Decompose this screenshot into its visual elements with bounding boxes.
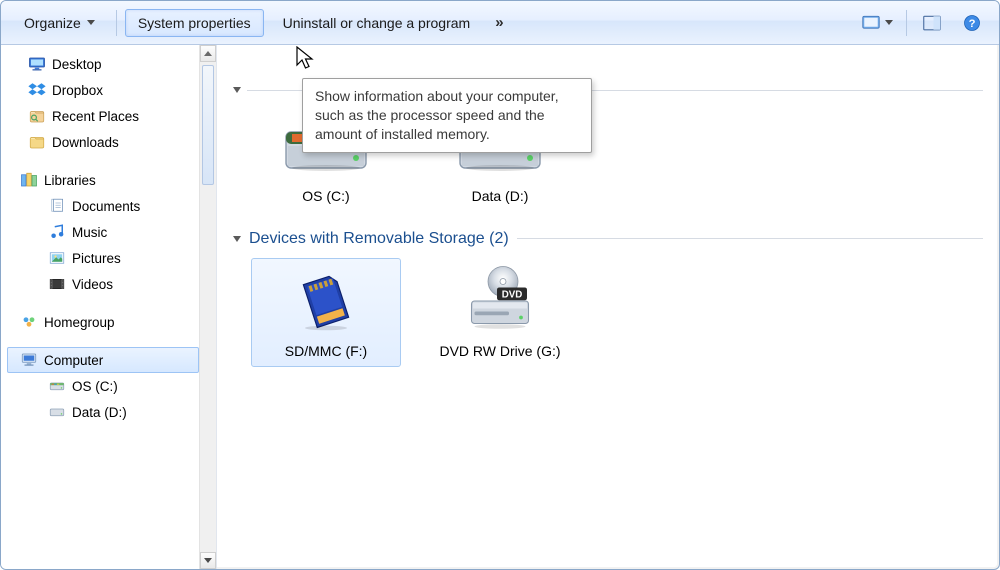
- mouse-cursor-icon: [296, 46, 316, 72]
- scroll-up-arrow[interactable]: [200, 45, 216, 62]
- nav-item-downloads[interactable]: Downloads: [7, 129, 199, 155]
- computer-icon: [20, 351, 38, 369]
- nav-item-data-d[interactable]: Data (D:): [7, 399, 199, 425]
- downloads-icon: [28, 133, 46, 151]
- nav-item-documents[interactable]: Documents: [7, 193, 199, 219]
- nav-item-os-c[interactable]: OS (C:): [7, 373, 199, 399]
- drive-dvd-rw-g[interactable]: DVD DVD RW Drive (G:): [425, 258, 575, 367]
- nav-item-label: Desktop: [52, 57, 102, 72]
- nav-item-videos[interactable]: Videos: [7, 271, 199, 297]
- dvd-drive-icon: DVD: [452, 265, 548, 337]
- help-icon: ?: [960, 11, 984, 35]
- libraries-icon: [20, 171, 38, 189]
- nav-item-label: Recent Places: [52, 109, 139, 124]
- chevron-down-icon: [87, 20, 95, 25]
- nav-item-label: Data (D:): [72, 405, 127, 420]
- drive-label: Data (D:): [472, 188, 529, 205]
- chevron-down-icon: [885, 20, 893, 25]
- nav-item-label: Computer: [44, 353, 103, 368]
- uninstall-label: Uninstall or change a program: [283, 15, 471, 31]
- videos-icon: [48, 275, 66, 293]
- preview-pane-icon: [920, 11, 944, 35]
- system-properties-button[interactable]: System properties: [125, 9, 264, 37]
- sd-card-icon: [278, 265, 374, 337]
- scroll-down-arrow[interactable]: [200, 552, 216, 569]
- recent-places-icon: [28, 107, 46, 125]
- nav-item-music[interactable]: Music: [7, 219, 199, 245]
- view-options-icon: [859, 11, 883, 35]
- nav-homegroup[interactable]: Homegroup: [7, 309, 199, 335]
- nav-item-label: Music: [72, 225, 107, 240]
- organize-label: Organize: [24, 15, 81, 31]
- nav-libraries[interactable]: Libraries: [7, 167, 199, 193]
- system-properties-label: System properties: [138, 15, 251, 31]
- nav-item-dropbox[interactable]: Dropbox: [7, 77, 199, 103]
- nav-item-label: Libraries: [44, 173, 96, 188]
- nav-item-label: Videos: [72, 277, 113, 292]
- nav-item-desktop[interactable]: Desktop: [7, 51, 199, 77]
- nav-item-label: Dropbox: [52, 83, 103, 98]
- nav-item-recent-places[interactable]: Recent Places: [7, 103, 199, 129]
- drive-label: SD/MMC (F:): [285, 343, 367, 360]
- dropbox-icon: [28, 81, 46, 99]
- sidebar-scrollbar[interactable]: [199, 45, 216, 569]
- group-title: Devices with Removable Storage (2): [249, 230, 509, 248]
- navigation-pane: Desktop Dropbox Recent Places: [1, 45, 217, 569]
- group-header-removable[interactable]: Devices with Removable Storage (2): [233, 230, 983, 248]
- disclosure-triangle-icon: [233, 236, 241, 242]
- svg-text:DVD: DVD: [502, 289, 523, 300]
- uninstall-program-button[interactable]: Uninstall or change a program: [270, 9, 484, 37]
- pictures-icon: [48, 249, 66, 267]
- preview-pane-button[interactable]: [915, 8, 949, 38]
- command-bar: Organize System properties Uninstall or …: [1, 1, 999, 45]
- removable-grid: SD/MMC (F:): [251, 258, 983, 367]
- svg-text:?: ?: [969, 17, 976, 29]
- nav-item-label: Downloads: [52, 135, 119, 150]
- drive-sdmmc-f[interactable]: SD/MMC (F:): [251, 258, 401, 367]
- nav-item-label: Pictures: [72, 251, 121, 266]
- drive-label: OS (C:): [302, 188, 349, 205]
- nav-item-label: OS (C:): [72, 379, 118, 394]
- disclosure-triangle-icon: [233, 87, 241, 93]
- tooltip-text: Show information about your computer, su…: [315, 88, 559, 142]
- nav-computer[interactable]: Computer: [7, 347, 199, 373]
- desktop-icon: [28, 55, 46, 73]
- toolbar-overflow-button[interactable]: »: [489, 14, 509, 31]
- documents-icon: [48, 197, 66, 215]
- drive-label: DVD RW Drive (G:): [439, 343, 560, 360]
- organize-button[interactable]: Organize: [11, 9, 108, 37]
- nav-item-label: Homegroup: [44, 315, 115, 330]
- scroll-thumb[interactable]: [202, 65, 214, 185]
- help-button[interactable]: ?: [955, 8, 989, 38]
- music-icon: [48, 223, 66, 241]
- toolbar-divider: [116, 10, 117, 36]
- homegroup-icon: [20, 313, 38, 331]
- toolbar-divider: [906, 10, 907, 36]
- drive-icon: [48, 403, 66, 421]
- system-properties-tooltip: Show information about your computer, su…: [302, 78, 592, 153]
- nav-item-label: Documents: [72, 199, 140, 214]
- view-options-button[interactable]: [854, 8, 898, 38]
- drive-icon: [48, 377, 66, 395]
- nav-item-pictures[interactable]: Pictures: [7, 245, 199, 271]
